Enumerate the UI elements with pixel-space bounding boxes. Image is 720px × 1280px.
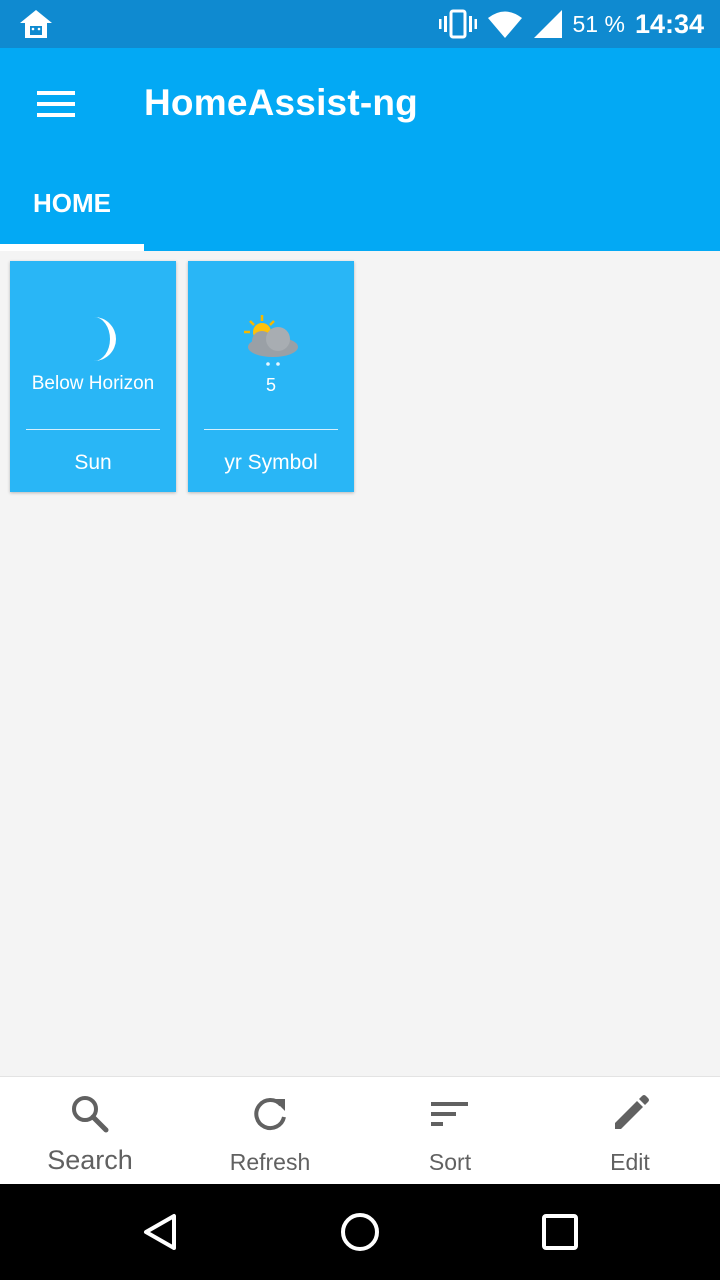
battery-percent: 51 % [572,10,625,37]
search-icon [72,1096,109,1133]
home-button[interactable] [336,1208,384,1256]
partly-cloudy-rain-icon [244,315,298,366]
edit-icon [615,1095,649,1129]
menu-icon[interactable] [30,84,82,124]
back-button[interactable] [136,1208,184,1256]
search-label: Search [47,1145,133,1175]
home-icon [20,10,52,38]
tile-state: 5 [265,375,276,395]
search-button[interactable]: Search [0,1077,180,1185]
tile-yr-symbol[interactable]: 5 yr Symbol [188,261,354,492]
system-nav-bar [0,1184,720,1280]
tab-indicator [0,244,144,251]
bottom-nav: Search Refresh Sort Edit [0,1076,720,1184]
tile-name: yr Symbol [224,451,318,474]
tab-home[interactable]: HOME [0,172,144,251]
refresh-icon [254,1098,286,1131]
edit-button[interactable]: Edit [540,1077,720,1185]
tile-name: Sun [74,451,112,474]
tile-sun[interactable]: Below Horizon Sun [10,261,176,492]
tile-divider [26,429,160,430]
vibrate-icon [438,9,477,39]
app-title: HomeAssist-ng [144,82,418,123]
moon-icon [94,317,116,361]
wifi-icon [487,11,522,38]
app-bar: HomeAssist-ng HOME [0,48,720,251]
tab-home-label: HOME [33,188,111,218]
clock: 14:34 [634,8,704,39]
refresh-button[interactable]: Refresh [180,1077,360,1185]
refresh-label: Refresh [229,1149,311,1175]
tile-divider [204,429,338,430]
status-bar: 51 % 14:34 [0,0,720,48]
sort-icon [431,1102,468,1126]
sort-button[interactable]: Sort [360,1077,540,1185]
sort-label: Sort [428,1149,472,1175]
edit-label: Edit [610,1149,650,1175]
recents-button[interactable] [536,1208,584,1256]
tile-state: Below Horizon [31,373,155,394]
signal-icon [533,10,562,38]
